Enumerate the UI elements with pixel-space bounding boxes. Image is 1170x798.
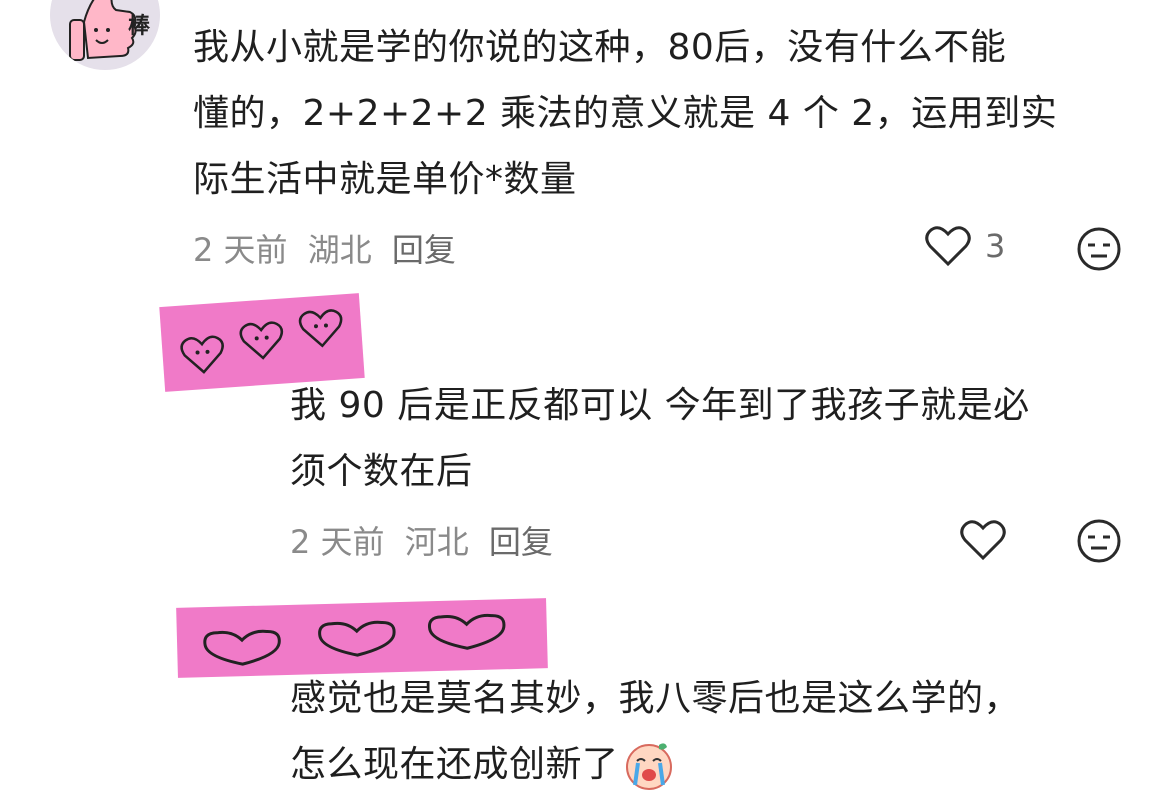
avatar[interactable]: 棒 [50,0,160,70]
dislike-button[interactable] [1076,518,1122,564]
comment-text: 感觉也是莫名其妙，我八零后也是这么学的， 怎么现在还成创新了 [290,666,1150,798]
heart-icon [960,520,1006,561]
comment-line: 须个数在后 [290,451,473,492]
region: 河北 [404,523,469,561]
comment-text: 我从小就是学的你说的这种，80后，没有什么不能 懂的，2+2+2+2 乘法的意义… [193,15,1143,213]
crying-emoji-icon [625,743,672,790]
comment-meta: 2 天前 湖北 回复 [193,225,466,271]
timestamp: 2 天前 [290,523,385,561]
comment-line-text: 怎么现在还成创新了 [290,744,619,785]
sticker-text: 棒 [128,14,151,39]
comment-line: 怎么现在还成创新了 [290,732,1150,798]
comment-line: 我 90 后是正反都可以 今年到了我孩子就是必 [290,385,1030,426]
region: 湖北 [307,231,372,269]
comment-line: 际生活中就是单价*数量 [193,159,577,200]
meh-face-icon [1077,227,1121,271]
like-button[interactable]: 3 [925,225,1005,267]
comment-line: 我从小就是学的你说的这种，80后，没有什么不能 [193,27,1007,68]
like-button[interactable] [960,519,1006,561]
dislike-button[interactable] [1076,226,1122,272]
comment-line: 懂的，2+2+2+2 乘法的意义就是 4 个 2，运用到实 [193,93,1058,134]
reply-button[interactable]: 回复 [392,231,456,269]
timestamp: 2 天前 [193,231,288,269]
comment-meta: 2 天前 河北 回复 [290,517,563,563]
like-count: 3 [985,227,1006,265]
comment-text: 我 90 后是正反都可以 今年到了我孩子就是必 须个数在后 [290,373,1150,505]
heart-icon [925,226,971,267]
reply-button[interactable]: 回复 [489,523,553,561]
meh-face-icon [1077,519,1121,563]
comment-line: 感觉也是莫名其妙，我八零后也是这么学的， [290,678,1021,719]
